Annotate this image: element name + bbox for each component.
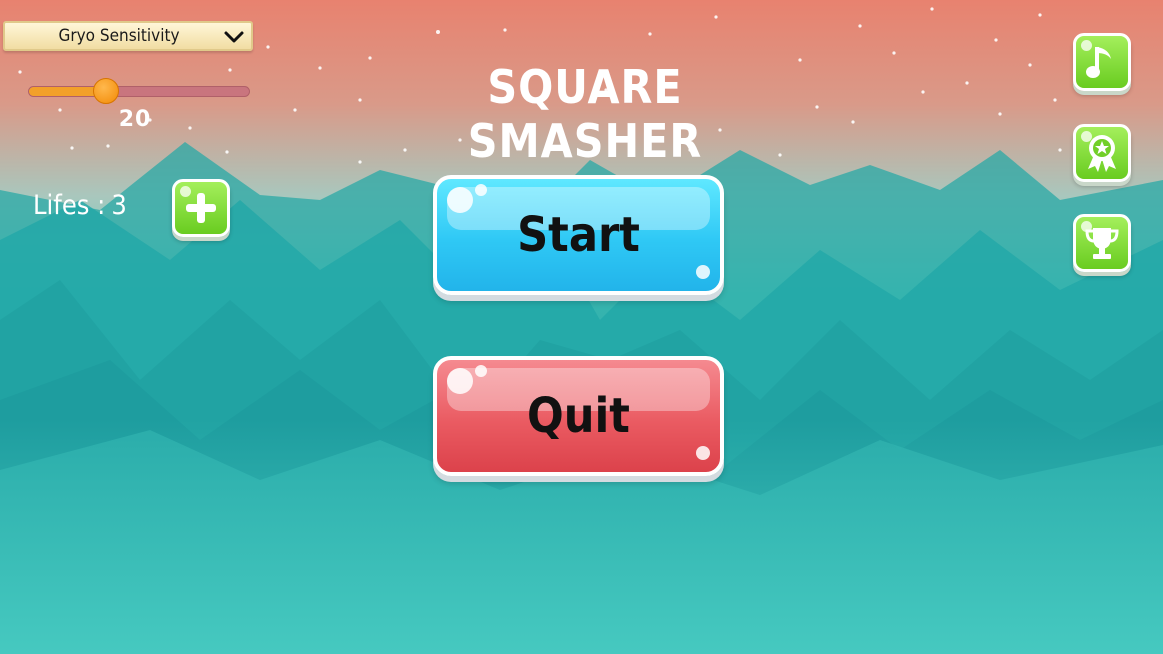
sensitivity-slider-thumb[interactable] [92,78,119,104]
quit-button-label: Quit [527,388,630,444]
lifes-label: Lifes : [33,190,106,221]
quit-button[interactable]: Quit [433,356,724,476]
dropdown-label: Gryo Sensitivity [58,26,180,46]
game-title: SQUARE SMASHER [467,60,703,168]
lifes-counter: Lifes :3 [33,190,127,221]
gyro-sensitivity-dropdown[interactable]: Gryo Sensitivity [3,21,253,51]
start-button-label: Start [517,207,640,263]
leaderboard-button[interactable] [1073,214,1131,272]
chevron-down-icon [224,31,244,43]
lifes-value: 3 [111,190,127,221]
start-button[interactable]: Start [433,175,724,295]
achievements-button[interactable] [1073,124,1131,182]
sensitivity-value: 20 [118,107,152,132]
add-life-button[interactable] [172,179,230,237]
music-button[interactable] [1073,33,1131,91]
sensitivity-slider-track[interactable] [28,86,250,97]
